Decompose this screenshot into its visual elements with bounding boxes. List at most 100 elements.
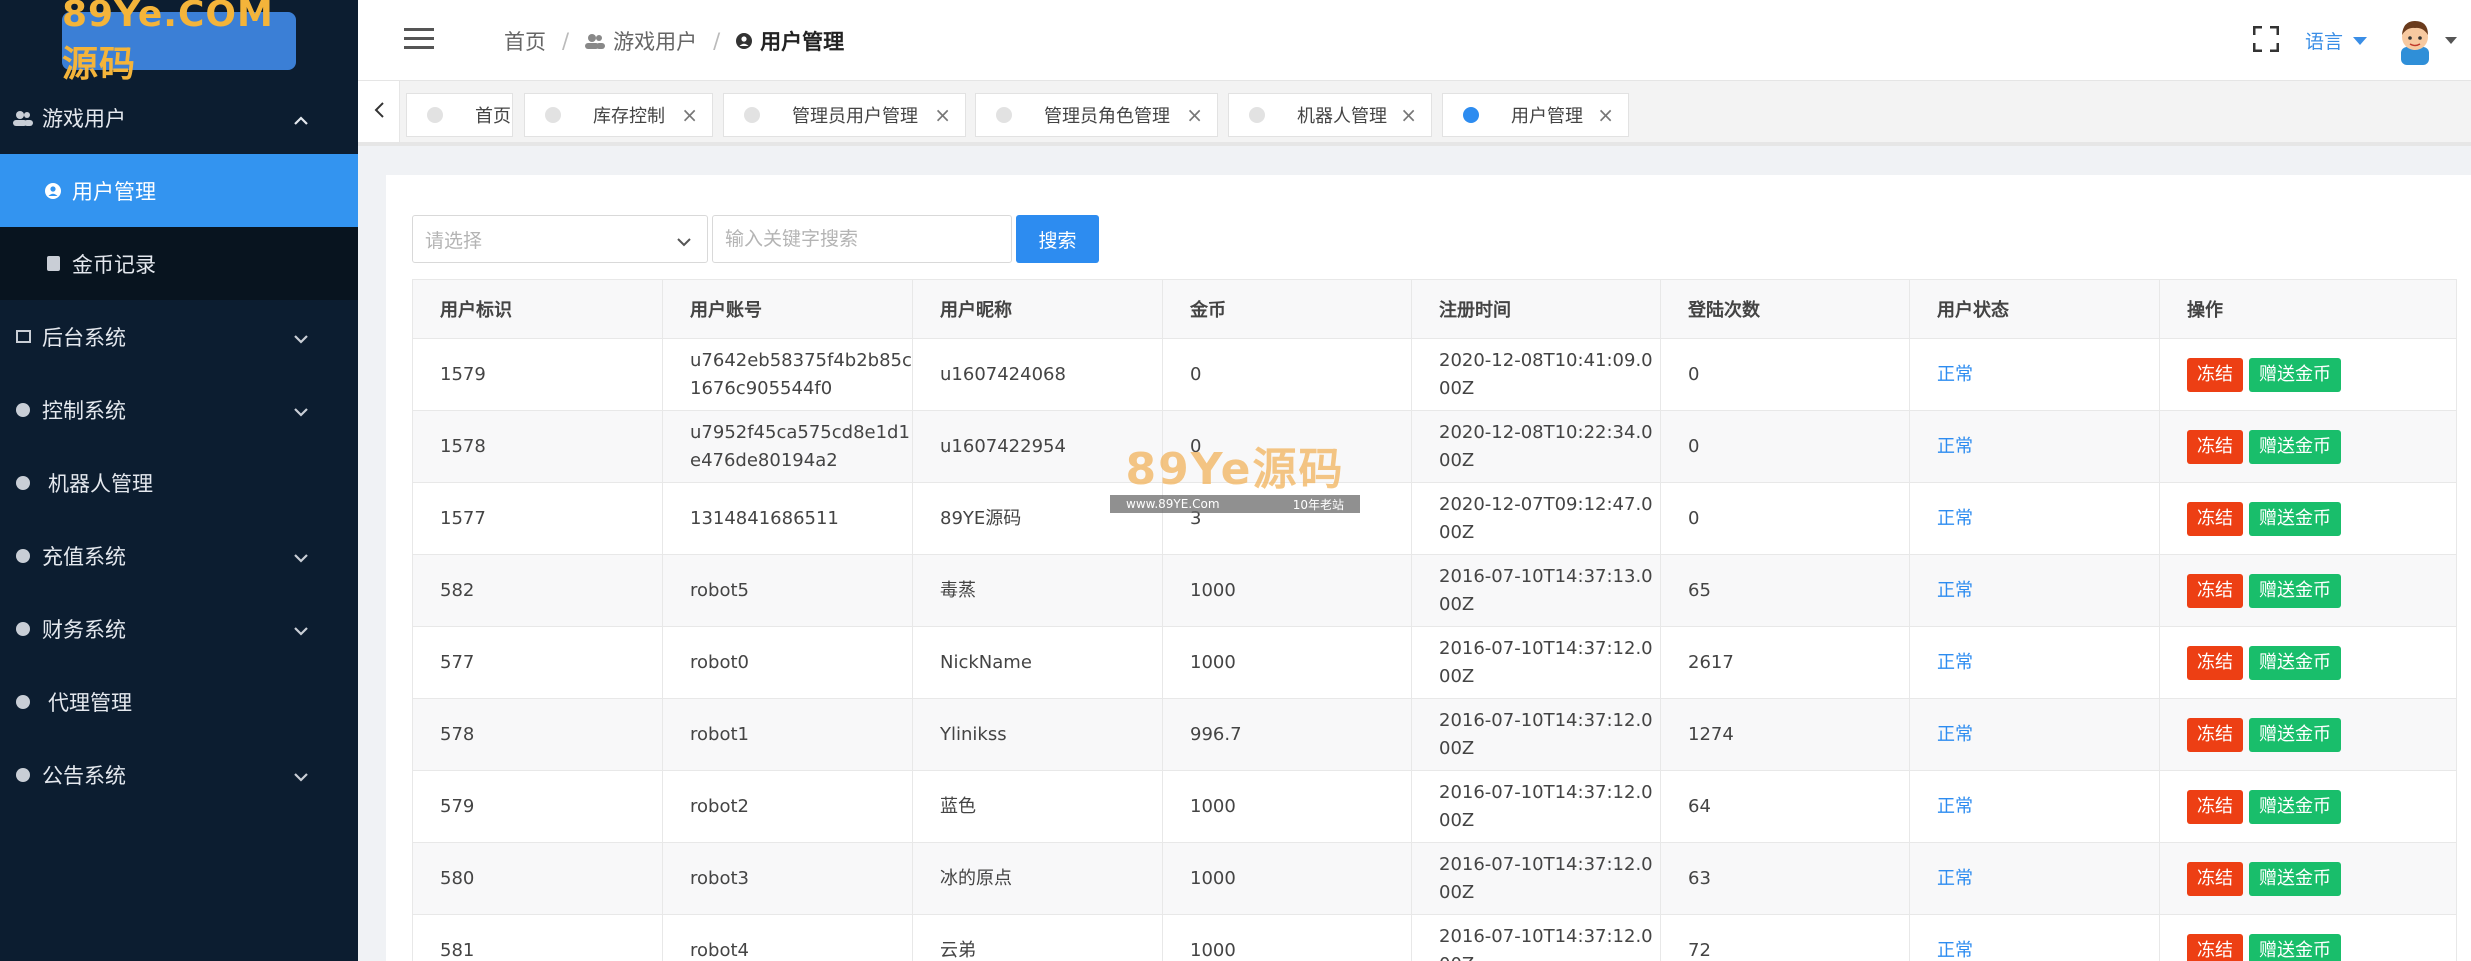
- logo[interactable]: 89Ye.COM源码: [62, 0, 296, 85]
- chevron-left-icon: [374, 101, 384, 122]
- chevron-down-icon: [677, 230, 691, 252]
- coins-icon: [38, 256, 68, 271]
- cell-registered-at: 2020-12-08T10:41:09.000Z: [1411, 338, 1661, 411]
- freeze-button[interactable]: 冻结: [2187, 717, 2243, 752]
- gift-coins-button[interactable]: 赠送金币: [2249, 501, 2341, 536]
- freeze-button[interactable]: 冻结: [2187, 861, 2243, 896]
- gift-coins-button[interactable]: 赠送金币: [2249, 573, 2341, 608]
- cell-status[interactable]: 正常: [1909, 338, 2160, 411]
- cell-status[interactable]: 正常: [1909, 698, 2160, 771]
- sidebar-item-backend-system[interactable]: 后台系统: [0, 300, 358, 373]
- cell-user-id: 1579: [412, 338, 663, 411]
- top-header: 首页 / 游戏用户 / 用户管理 语言: [358, 0, 2471, 81]
- cell-login-count: 72: [1660, 914, 1910, 961]
- breadcrumb-parent[interactable]: 游戏用户: [613, 26, 697, 56]
- cell-user-id: 1577: [412, 482, 663, 555]
- caret-down-icon[interactable]: [2445, 37, 2457, 44]
- close-icon[interactable]: ×: [934, 103, 951, 127]
- tab-status-dot: [427, 107, 443, 123]
- circle-icon: [8, 767, 38, 782]
- sidebar-item-label: 代理管理: [48, 690, 132, 715]
- gift-coins-button[interactable]: 赠送金币: [2249, 933, 2341, 961]
- tab-user-management[interactable]: 用户管理 ×: [1442, 93, 1629, 137]
- avatar[interactable]: [2395, 16, 2439, 66]
- tab-admin-user-management[interactable]: 管理员用户管理 ×: [723, 93, 966, 137]
- breadcrumb-separator: /: [562, 28, 570, 53]
- cell-account: robot0: [662, 626, 913, 699]
- close-icon[interactable]: ×: [1186, 103, 1203, 127]
- cell-login-count: 65: [1660, 554, 1910, 627]
- cell-login-count: 0: [1660, 482, 1910, 555]
- sidebar-item-agent-management[interactable]: 代理管理: [0, 665, 358, 738]
- freeze-button[interactable]: 冻结: [2187, 501, 2243, 536]
- tabs-scroll-left-button[interactable]: [358, 81, 400, 142]
- freeze-button[interactable]: 冻结: [2187, 933, 2243, 961]
- cell-login-count: 1274: [1660, 698, 1910, 771]
- cell-user-id: 581: [412, 914, 663, 961]
- cell-status[interactable]: 正常: [1909, 626, 2160, 699]
- tab-robot-management[interactable]: 机器人管理 ×: [1228, 93, 1432, 137]
- freeze-button[interactable]: 冻结: [2187, 357, 2243, 392]
- table-row: 581robot4云弟10002016-07-10T14:37:12.000Z7…: [412, 914, 2457, 961]
- chevron-up-icon: [294, 106, 308, 130]
- close-icon[interactable]: ×: [1400, 103, 1417, 127]
- cell-status[interactable]: 正常: [1909, 554, 2160, 627]
- cell-login-count: 2617: [1660, 626, 1910, 699]
- cell-registered-at: 2020-12-07T09:12:47.000Z: [1411, 482, 1661, 555]
- breadcrumb-separator: /: [713, 28, 721, 53]
- sidebar-item-coin-records[interactable]: 金币记录: [0, 227, 358, 300]
- freeze-button[interactable]: 冻结: [2187, 645, 2243, 680]
- sidebar-item-user-management[interactable]: 用户管理: [0, 154, 358, 227]
- freeze-button[interactable]: 冻结: [2187, 573, 2243, 608]
- sidebar: 89Ye.COM源码 游戏用户 用户管理 金币记录 后台系统 控制系统 机器人管…: [0, 0, 358, 961]
- sidebar-item-label: 金币记录: [72, 252, 156, 277]
- keyword-search-input[interactable]: [712, 215, 1012, 263]
- fullscreen-icon[interactable]: [2252, 25, 2280, 56]
- header-right: 语言: [2252, 0, 2471, 81]
- gift-coins-button[interactable]: 赠送金币: [2249, 429, 2341, 464]
- cell-status[interactable]: 正常: [1909, 914, 2160, 961]
- cell-coins: 1000: [1162, 554, 1412, 627]
- close-icon[interactable]: ×: [681, 103, 698, 127]
- cell-user-id: 1578: [412, 410, 663, 483]
- tabs-bar: 首页 库存控制 × 管理员用户管理 × 管理员角色管理 × 机器人管理 × 用户…: [358, 81, 2471, 146]
- gift-coins-button[interactable]: 赠送金币: [2249, 861, 2341, 896]
- gift-coins-button[interactable]: 赠送金币: [2249, 357, 2341, 392]
- cell-status[interactable]: 正常: [1909, 410, 2160, 483]
- chevron-down-icon: [294, 544, 308, 568]
- filter-select[interactable]: 请选择: [412, 215, 708, 263]
- watermark-url: www.89YE.Com: [1126, 497, 1220, 511]
- menu-toggle-icon[interactable]: [404, 28, 434, 50]
- tab-home[interactable]: 首页: [406, 93, 513, 137]
- freeze-button[interactable]: 冻结: [2187, 429, 2243, 464]
- close-icon[interactable]: ×: [1597, 103, 1614, 127]
- users-icon: [585, 33, 606, 49]
- cell-actions: 冻结 赠送金币: [2159, 482, 2457, 555]
- breadcrumb-home[interactable]: 首页: [504, 26, 546, 56]
- gift-coins-button[interactable]: 赠送金币: [2249, 717, 2341, 752]
- cell-nickname: u1607424068: [912, 338, 1163, 411]
- sidebar-item-finance-system[interactable]: 财务系统: [0, 592, 358, 665]
- tab-inventory-control[interactable]: 库存控制 ×: [524, 93, 713, 137]
- cell-account: u7952f45ca575cd8e1d1e476de80194a2: [662, 410, 913, 483]
- sidebar-item-label: 公告系统: [42, 763, 126, 788]
- logo-area: 89Ye.COM源码: [0, 0, 358, 85]
- sidebar-item-recharge-system[interactable]: 充值系统: [0, 519, 358, 592]
- sidebar-item-announcement-system[interactable]: 公告系统: [0, 738, 358, 811]
- language-dropdown[interactable]: 语言: [2305, 27, 2367, 54]
- sidebar-item-control-system[interactable]: 控制系统: [0, 373, 358, 446]
- menu-group-game-users[interactable]: 游戏用户: [0, 81, 358, 154]
- tab-status-dot: [1463, 107, 1479, 123]
- tab-admin-role-management[interactable]: 管理员角色管理 ×: [975, 93, 1218, 137]
- freeze-button[interactable]: 冻结: [2187, 789, 2243, 824]
- cell-actions: 冻结 赠送金币: [2159, 698, 2457, 771]
- search-button[interactable]: 搜索: [1016, 215, 1099, 263]
- gift-coins-button[interactable]: 赠送金币: [2249, 645, 2341, 680]
- cell-status[interactable]: 正常: [1909, 482, 2160, 555]
- gift-coins-button[interactable]: 赠送金币: [2249, 789, 2341, 824]
- cell-status[interactable]: 正常: [1909, 842, 2160, 915]
- tab-label: 管理员用户管理: [792, 106, 918, 127]
- square-icon: [8, 330, 38, 343]
- cell-status[interactable]: 正常: [1909, 770, 2160, 843]
- sidebar-item-robot-management[interactable]: 机器人管理: [0, 446, 358, 519]
